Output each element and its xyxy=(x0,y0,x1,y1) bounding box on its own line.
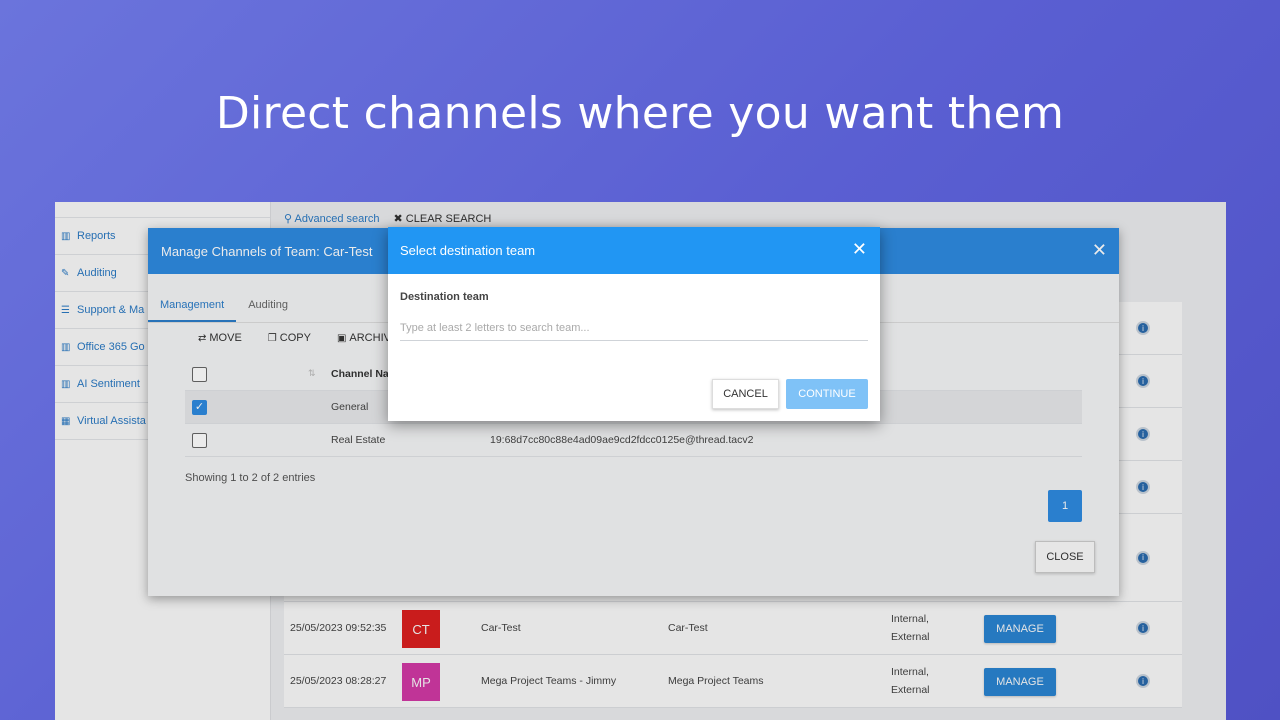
destination-team-label: Destination team xyxy=(400,291,489,303)
continue-button[interactable]: CONTINUE xyxy=(786,379,868,409)
destination-team-input[interactable] xyxy=(400,315,868,341)
destination-modal-header: Select destination team ✕ xyxy=(388,227,880,274)
destination-team-modal: Select destination team ✕ Destination te… xyxy=(388,227,880,421)
cancel-button[interactable]: CANCEL xyxy=(712,379,779,409)
destination-modal-title: Select destination team xyxy=(400,243,536,258)
close-icon[interactable]: ✕ xyxy=(852,239,867,260)
app-window: ▥ Reports ✎ Auditing ☰ Support & Ma ▥ Of… xyxy=(55,202,1226,720)
headline: Direct channels where you want them xyxy=(215,88,1065,139)
